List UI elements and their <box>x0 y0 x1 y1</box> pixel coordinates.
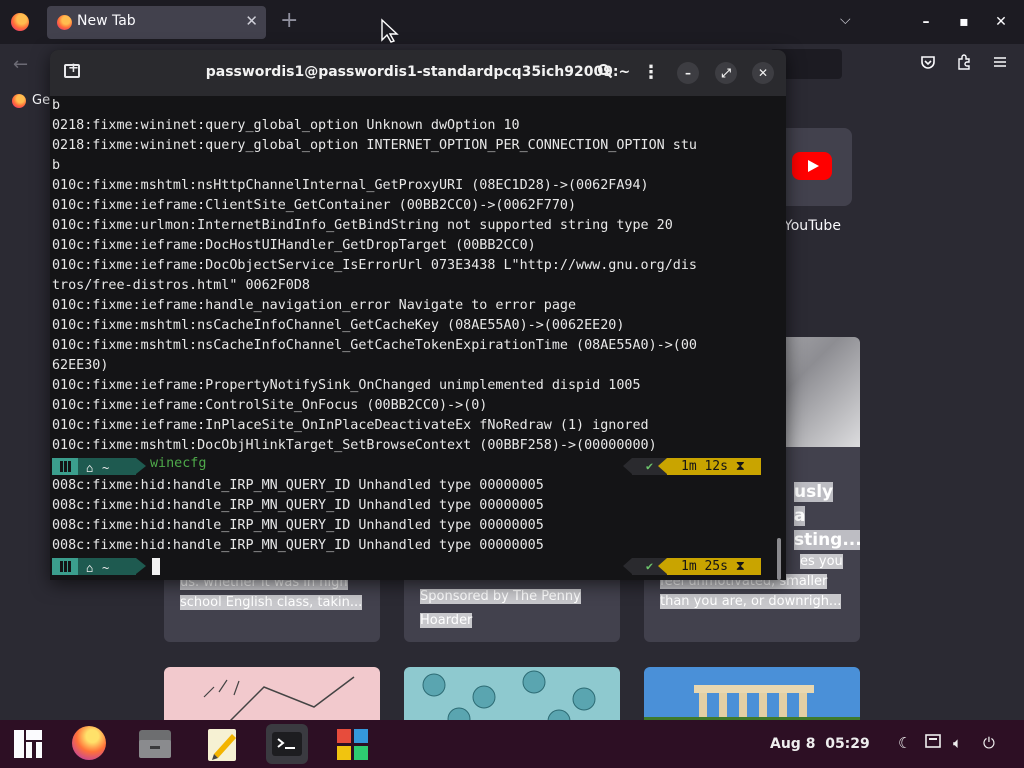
prompt-command: winecfg <box>150 456 207 471</box>
tab-new-tab[interactable]: New Tab ✕ <box>47 6 266 39</box>
prompt-dir: ~ <box>102 461 110 475</box>
terminal-scrollbar[interactable] <box>777 538 781 580</box>
clipboard-icon[interactable] <box>925 734 941 752</box>
output-line: 010c:fixme:ieframe:handle_navigation_err… <box>52 298 577 313</box>
hourglass-icon: ⧗ <box>735 459 745 474</box>
prompt-os-segment <box>52 558 78 575</box>
output-line: 008c:fixme:hid:handle_IRP_MN_QUERY_ID Un… <box>52 538 544 553</box>
terminal-icon <box>272 732 302 756</box>
taskbar-terminal[interactable] <box>266 724 308 764</box>
shell-prompt[interactable]: ⌂ ~ ✔ 1m 25s ⧗ <box>52 556 786 576</box>
story-card[interactable] <box>644 667 860 727</box>
taskbar: Aug 8 05:29 ☾ 🔈︎ ⏻ <box>0 720 1024 768</box>
tab-title: New Tab <box>77 13 136 29</box>
close-tab-icon[interactable]: ✕ <box>245 12 258 30</box>
text-cursor[interactable] <box>152 558 160 575</box>
close-window-button[interactable]: ✕ <box>990 11 1012 33</box>
terminal-title: passwordis1@passwordis1-standardpcq35ich… <box>205 64 631 80</box>
output-line: 010c:fixme:mshtml:nsHttpChannelInternal_… <box>52 178 649 193</box>
output-line: b <box>52 98 61 113</box>
prompt-duration: 1m 12s ⧗ <box>667 458 761 475</box>
parthenon-image <box>644 685 860 727</box>
file-manager-icon <box>139 730 171 758</box>
output-line: 62EE30) <box>52 358 109 373</box>
back-arrow-icon[interactable]: ← <box>13 54 28 75</box>
home-icon: ⌂ <box>86 461 94 475</box>
prompt-dir-segment: ⌂ ~ <box>78 558 136 575</box>
output-block: 008c:fixme:hid:handle_IRP_MN_QUERY_ID Un… <box>52 476 786 556</box>
software-center-icon <box>337 729 368 760</box>
power-icon[interactable]: ⏻ <box>983 734 995 752</box>
output-line: 0218:fixme:wininet:query_global_option U… <box>52 118 520 133</box>
night-mode-icon[interactable]: ☾ <box>898 734 911 752</box>
home-icon: ⌂ <box>86 561 94 575</box>
taskbar-firefox[interactable] <box>68 724 110 764</box>
search-icon[interactable] <box>597 63 613 83</box>
hourglass-icon: ⧗ <box>735 559 745 574</box>
tab-list-chevron-icon[interactable]: ⌵ <box>840 12 851 28</box>
taskbar-text-editor[interactable] <box>202 724 244 764</box>
alarm-clocks-image <box>422 670 596 727</box>
bookmark-item-label[interactable]: Ge <box>32 93 50 108</box>
terminal-close-button[interactable]: ✕ <box>752 62 774 84</box>
output-line: 008c:fixme:hid:handle_IRP_MN_QUERY_ID Un… <box>52 498 544 513</box>
output-line: 010c:fixme:mshtml:DocObjHlinkTarget_SetB… <box>52 438 657 453</box>
text-editor-icon <box>208 729 236 761</box>
output-line: 010c:fixme:ieframe:PropertyNotifySink_On… <box>52 378 641 393</box>
prompt-os-segment <box>52 458 78 475</box>
shell-prompt: ⌂ ~ winecfg ✔ 1m 12s ⧗ <box>52 456 786 476</box>
clock[interactable]: Aug 8 05:29 <box>770 736 870 752</box>
story-image <box>203 676 355 727</box>
terminal-output[interactable]: b 0218:fixme:wininet:query_global_option … <box>50 96 786 580</box>
menu-hamburger-icon[interactable] <box>992 54 1008 74</box>
terminal-minimize-button[interactable]: – <box>677 62 699 84</box>
terminal-header-bar[interactable]: passwordis1@passwordis1-standardpcq35ich… <box>50 50 786 96</box>
new-tab-button[interactable]: + <box>280 8 298 33</box>
clock-time: 05:29 <box>825 736 870 752</box>
prompt-dir-segment: ⌂ ~ <box>78 458 136 475</box>
taskbar-files[interactable] <box>134 724 176 764</box>
clock-date: Aug 8 <box>770 736 816 752</box>
taskbar-software-center[interactable] <box>332 724 374 764</box>
output-block: b 0218:fixme:wininet:query_global_option … <box>52 96 786 456</box>
firefox-icon <box>72 726 106 760</box>
output-line: 010c:fixme:ieframe:InPlaceSite_OnInPlace… <box>52 418 649 433</box>
output-line: 010c:fixme:ieframe:DocObjectService_IsEr… <box>52 258 697 273</box>
story-card[interactable] <box>404 667 620 727</box>
output-line: 010c:fixme:urlmon:InternetBindInfo_GetBi… <box>52 218 673 233</box>
output-line: tros/free-distros.html" 0062F0D8 <box>52 278 310 293</box>
firefox-tab-icon <box>57 15 72 30</box>
minimize-window-button[interactable]: – <box>915 11 937 33</box>
output-line: 010c:fixme:mshtml:nsCacheInfoChannel_Get… <box>52 338 697 353</box>
firefox-icon[interactable] <box>11 13 29 31</box>
output-line: 010c:fixme:ieframe:ClientSite_GetContain… <box>52 198 577 213</box>
output-line: 008c:fixme:hid:handle_IRP_MN_QUERY_ID Un… <box>52 518 544 533</box>
output-line: 008c:fixme:hid:handle_IRP_MN_QUERY_ID Un… <box>52 478 544 493</box>
youtube-icon <box>792 152 832 180</box>
prompt-dir: ~ <box>102 561 110 575</box>
kebab-menu-icon[interactable]: ⋮ <box>642 62 660 83</box>
terminal-maximize-button[interactable]: ⤢ <box>715 62 737 84</box>
pocket-icon[interactable] <box>920 54 936 74</box>
bookmark-favicon-icon <box>12 94 26 108</box>
browser-tab-bar: New Tab ✕ + ⌵ – ▪ ✕ <box>0 0 1024 44</box>
prompt-duration: 1m 25s ⧗ <box>667 558 761 575</box>
output-line: 010c:fixme:ieframe:DocHostUIHandler_GetD… <box>52 238 536 253</box>
extensions-icon[interactable] <box>956 54 972 74</box>
story-title: usly a sting... <box>794 482 860 550</box>
output-line: b <box>52 158 61 173</box>
story-sponsor: Sponsored by The Penny Hoarder <box>420 589 581 628</box>
shortcut-label: YouTube <box>784 218 841 234</box>
maximize-window-button[interactable]: ▪ <box>953 11 975 33</box>
output-line: 0218:fixme:wininet:query_global_option I… <box>52 138 697 153</box>
story-card[interactable] <box>164 667 380 727</box>
terminal-window[interactable]: passwordis1@passwordis1-standardpcq35ich… <box>50 50 786 580</box>
mouse-cursor-icon <box>381 18 399 43</box>
manjaro-menu-icon[interactable] <box>14 730 42 758</box>
output-line: 010c:fixme:ieframe:ControlSite_OnFocus (… <box>52 398 488 413</box>
output-line: 010c:fixme:mshtml:nsCacheInfoChannel_Get… <box>52 318 625 333</box>
volume-icon[interactable]: 🔈︎ <box>953 734 962 752</box>
